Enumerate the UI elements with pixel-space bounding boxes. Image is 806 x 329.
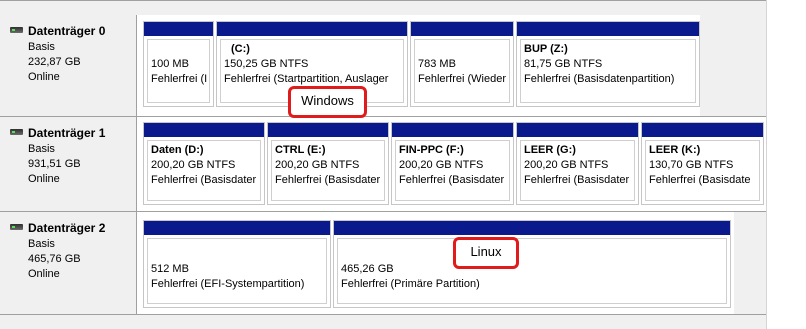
disk-type: Basis <box>28 143 55 155</box>
partition-size: 150,25 GB NTFS <box>224 58 309 70</box>
partition-status: Fehlerfrei (EFI-Systempartition) <box>151 278 305 290</box>
partition-1-0[interactable]: Daten (D:) 200,20 GB NTFS Fehlerfrei (Ba… <box>143 122 265 205</box>
partition-bar <box>217 22 407 36</box>
partition-bar <box>144 123 264 137</box>
disk-info-0[interactable]: Datenträger 0 Basis 232,87 GB Online <box>0 15 137 116</box>
partition-size: 200,20 GB NTFS <box>275 159 360 171</box>
partition-label: BUP (Z:) <box>524 43 568 55</box>
disk-name: Datenträger 2 <box>28 221 106 235</box>
partition-0-2[interactable]: 783 MB Fehlerfrei (Wieder <box>410 21 514 107</box>
disk-row-1[interactable]: Datenträger 1 Basis 931,51 GB Online Dat… <box>0 117 766 212</box>
partition-bar <box>642 123 763 137</box>
partition-size: 512 MB <box>151 263 189 275</box>
disk-status: Online <box>28 173 60 185</box>
partition-size: 100 MB <box>151 58 189 70</box>
disk-type: Basis <box>28 238 55 250</box>
partition-1-2[interactable]: FIN-PPC (F:) 200,20 GB NTFS Fehlerfrei (… <box>391 122 514 205</box>
partition-size: 81,75 GB NTFS <box>524 58 603 70</box>
partition-0-0[interactable]: 100 MB Fehlerfrei (I <box>143 21 214 107</box>
partition-1-4[interactable]: LEER (K:) 130,70 GB NTFS Fehlerfrei (Bas… <box>641 122 764 205</box>
partition-status: Fehlerfrei (Startpartition, Auslager <box>224 73 389 85</box>
partition-bar <box>268 123 388 137</box>
partition-size: 465,26 GB <box>341 263 394 275</box>
partition-size: 130,70 GB NTFS <box>649 159 734 171</box>
partition-bar <box>411 22 513 36</box>
partition-2-0[interactable]: 512 MB Fehlerfrei (EFI-Systempartition) <box>143 220 331 308</box>
hard-disk-icon <box>10 224 23 230</box>
partition-status: Fehlerfrei (I <box>151 73 208 85</box>
partition-status: Fehlerfrei (Basisdater <box>275 174 381 186</box>
disk-name: Datenträger 1 <box>28 126 106 140</box>
partition-status: Fehlerfrei (Basisdater <box>151 174 257 186</box>
windows-annotation: Windows <box>288 86 367 118</box>
partition-status: Fehlerfrei (Basisdatenpartition) <box>524 73 675 85</box>
partition-label: Daten (D:) <box>151 144 204 156</box>
partition-size: 783 MB <box>418 58 456 70</box>
right-pane-edge <box>766 0 806 329</box>
partition-bar <box>517 22 699 36</box>
disk-type: Basis <box>28 41 55 53</box>
disk-size: 931,51 GB <box>28 158 81 170</box>
disk-row-2[interactable]: Datenträger 2 Basis 465,76 GB Online 512… <box>0 212 766 315</box>
disk-info-2[interactable]: Datenträger 2 Basis 465,76 GB Online <box>0 212 137 314</box>
partition-label: (C:) <box>231 43 250 55</box>
partition-size: 200,20 GB NTFS <box>151 159 236 171</box>
partition-bar <box>144 22 213 36</box>
disk-size: 232,87 GB <box>28 56 81 68</box>
partition-status: Fehlerfrei (Wieder <box>418 73 507 85</box>
linux-annotation: Linux <box>453 237 519 269</box>
partition-status: Fehlerfrei (Basisdater <box>524 174 630 186</box>
partition-label: CTRL (E:) <box>275 144 326 156</box>
partition-label: FIN-PPC (F:) <box>399 144 464 156</box>
partition-1-1[interactable]: CTRL (E:) 200,20 GB NTFS Fehlerfrei (Bas… <box>267 122 389 205</box>
partition-size: 200,20 GB NTFS <box>524 159 609 171</box>
partition-label: LEER (G:) <box>524 144 576 156</box>
disk-row-0[interactable]: Datenträger 0 Basis 232,87 GB Online 100… <box>0 15 766 117</box>
partition-1-3[interactable]: LEER (G:) 200,20 GB NTFS Fehlerfrei (Bas… <box>516 122 639 205</box>
partition-0-3[interactable]: BUP (Z:) 81,75 GB NTFS Fehlerfrei (Basis… <box>516 21 700 107</box>
disk-status: Online <box>28 268 60 280</box>
partition-bar <box>334 221 730 235</box>
partition-status: Fehlerfrei (Basisdate <box>649 174 751 186</box>
hard-disk-icon <box>10 129 23 135</box>
partition-bar <box>517 123 638 137</box>
top-divider <box>0 0 766 1</box>
disk-name: Datenträger 0 <box>28 24 106 38</box>
partition-status: Fehlerfrei (Basisdater <box>399 174 505 186</box>
partition-2-1[interactable]: 465,26 GB Fehlerfrei (Primäre Partition) <box>333 220 731 308</box>
disk-size: 465,76 GB <box>28 253 81 265</box>
partition-size: 200,20 GB NTFS <box>399 159 484 171</box>
hard-disk-icon <box>10 27 23 33</box>
disk-info-1[interactable]: Datenträger 1 Basis 931,51 GB Online <box>0 117 137 211</box>
partition-label: LEER (K:) <box>649 144 701 156</box>
partition-bar <box>144 221 330 235</box>
partition-status: Fehlerfrei (Primäre Partition) <box>341 278 480 290</box>
disk-status: Online <box>28 71 60 83</box>
partition-bar <box>392 123 513 137</box>
